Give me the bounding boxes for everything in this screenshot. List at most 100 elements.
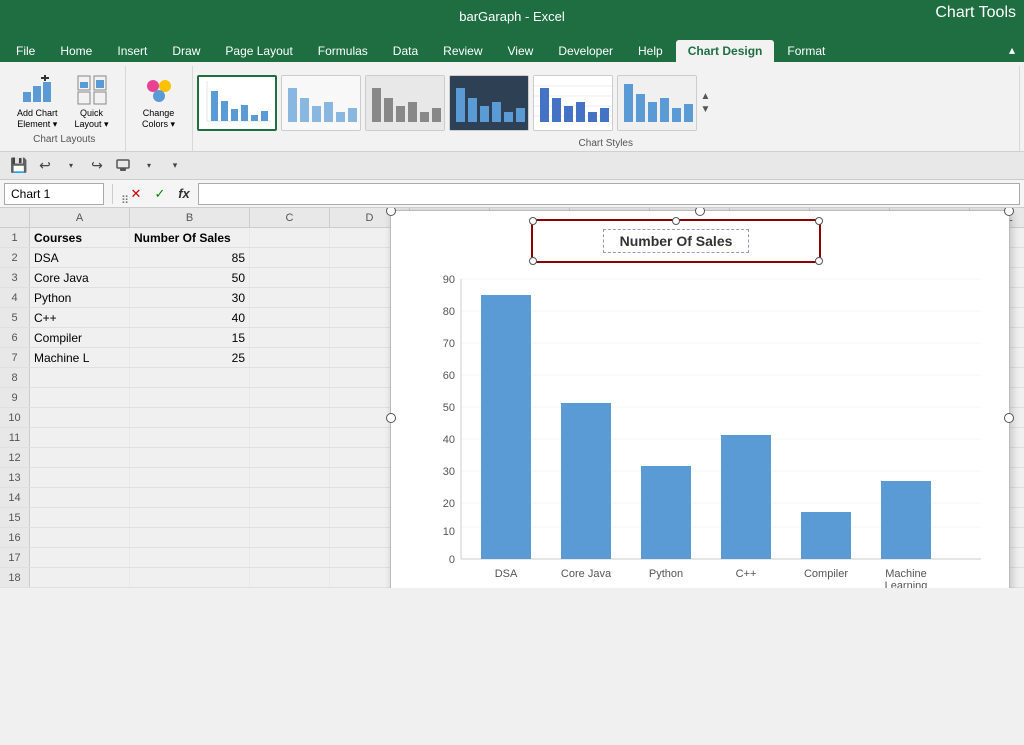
undo-button[interactable]: ↩	[34, 155, 56, 177]
cell-a5[interactable]: C++	[30, 308, 130, 327]
cell-c5[interactable]	[250, 308, 330, 327]
cancel-icon[interactable]: ✕	[126, 184, 146, 204]
cell-b5[interactable]: 40	[130, 308, 250, 327]
cell-b3[interactable]: 50	[130, 268, 250, 287]
chart-tools-label: Chart Tools	[935, 4, 1016, 22]
cell-b7[interactable]: 25	[130, 348, 250, 367]
tab-page-layout[interactable]: Page Layout	[213, 40, 304, 62]
paint-dropdown[interactable]: ▾	[138, 155, 160, 177]
col-header-c[interactable]: C	[250, 208, 330, 227]
name-box[interactable]: Chart 1	[4, 183, 104, 205]
tab-review[interactable]: Review	[431, 40, 494, 62]
handle-top-left[interactable]	[386, 208, 396, 216]
quick-access-toolbar: 💾 ↩ ▾ ↪ ▾ ▾	[0, 152, 1024, 180]
title-handle-tl[interactable]	[529, 217, 537, 225]
row-num-9: 9	[0, 388, 30, 407]
svg-text:70: 70	[443, 338, 455, 350]
cell-c7[interactable]	[250, 348, 330, 367]
chart-style-3[interactable]	[365, 75, 445, 131]
tab-help[interactable]: Help	[626, 40, 675, 62]
cell-b6[interactable]: 15	[130, 328, 250, 347]
cell-c2[interactable]	[250, 248, 330, 267]
formula-input[interactable]	[198, 183, 1020, 205]
cell-a7[interactable]: Machine L	[30, 348, 130, 367]
cell-a4[interactable]: Python	[30, 288, 130, 307]
redo-button[interactable]: ↪	[86, 155, 108, 177]
handle-top-center[interactable]	[695, 208, 705, 216]
undo-dropdown[interactable]: ▾	[60, 155, 82, 177]
tab-formulas[interactable]: Formulas	[306, 40, 380, 62]
tab-file[interactable]: File	[4, 40, 47, 62]
quick-layout-button[interactable]: QuickLayout ▾	[67, 71, 117, 133]
row-num-8: 8	[0, 368, 30, 387]
svg-text:90: 90	[443, 274, 455, 286]
cell-c1[interactable]	[250, 228, 330, 247]
chart-styles-scroll[interactable]: ▲ ▼	[701, 91, 711, 115]
svg-text:30: 30	[443, 466, 455, 478]
confirm-icon[interactable]: ✓	[150, 184, 170, 204]
chart-title-selection[interactable]: Number Of Sales	[531, 219, 821, 263]
cell-a1[interactable]: Courses	[30, 228, 130, 247]
paint-button[interactable]	[112, 155, 134, 177]
ribbon-collapse-btn[interactable]: ▴	[1000, 38, 1024, 62]
formula-more-btn[interactable]: ⠿	[121, 193, 122, 194]
svg-text:60: 60	[443, 370, 455, 382]
cell-a6[interactable]: Compiler	[30, 328, 130, 347]
col-header-a[interactable]: A	[30, 208, 130, 227]
col-header-b[interactable]: B	[130, 208, 250, 227]
bar-cpp[interactable]	[721, 435, 771, 559]
svg-text:Learning: Learning	[885, 580, 928, 588]
svg-text:Core Java: Core Java	[561, 568, 612, 580]
tab-view[interactable]: View	[496, 40, 546, 62]
cell-b2[interactable]: 85	[130, 248, 250, 267]
chart-container[interactable]: Number Of Sales 90 80 70	[390, 210, 1010, 588]
chart-style-4[interactable]	[449, 75, 529, 131]
add-chart-element-button[interactable]: Add ChartElement ▾	[12, 71, 63, 133]
handle-mid-left[interactable]	[386, 413, 396, 423]
formula-divider	[112, 184, 113, 204]
chart-style-6[interactable]	[617, 75, 697, 131]
cell-c4[interactable]	[250, 288, 330, 307]
title-handle-bl[interactable]	[529, 257, 537, 265]
cell-c3[interactable]	[250, 268, 330, 287]
bar-python[interactable]	[641, 466, 691, 559]
svg-text:DSA: DSA	[495, 568, 518, 580]
chart-style-1[interactable]	[197, 75, 277, 131]
bar-dsa[interactable]	[481, 295, 531, 559]
cell-a2[interactable]: DSA	[30, 248, 130, 267]
title-handle-tr[interactable]	[815, 217, 823, 225]
tab-home[interactable]: Home	[48, 40, 104, 62]
save-button[interactable]: 💾	[8, 155, 30, 177]
cell-b1[interactable]: Number Of Sales	[130, 228, 250, 247]
svg-text:Machine: Machine	[885, 568, 927, 580]
row-num-11: 11	[0, 428, 30, 447]
row-num-12: 12	[0, 448, 30, 467]
chart-title[interactable]: Number Of Sales	[603, 229, 750, 253]
title-handle-br[interactable]	[815, 257, 823, 265]
svg-text:40: 40	[443, 434, 455, 446]
function-icon[interactable]: fx	[174, 184, 194, 204]
chart-style-2[interactable]	[281, 75, 361, 131]
cell-c6[interactable]	[250, 328, 330, 347]
tab-data[interactable]: Data	[381, 40, 430, 62]
handle-mid-right[interactable]	[1004, 413, 1014, 423]
cell-b4[interactable]: 30	[130, 288, 250, 307]
change-colors-button[interactable]: ChangeColors ▾	[134, 71, 184, 133]
title-handle-tc[interactable]	[672, 217, 680, 225]
cell-a3[interactable]: Core Java	[30, 268, 130, 287]
tab-format[interactable]: Format	[775, 40, 837, 62]
row-num-6: 6	[0, 328, 30, 347]
chart-layouts-group-label: Chart Layouts	[33, 134, 95, 147]
chart-svg: 90 80 70 60 50 40 30 20 10 0	[411, 269, 991, 588]
tab-draw[interactable]: Draw	[160, 40, 212, 62]
tab-chart-design[interactable]: Chart Design	[676, 40, 775, 62]
more-qat[interactable]: ▾	[164, 155, 186, 177]
tab-insert[interactable]: Insert	[105, 40, 159, 62]
tab-developer[interactable]: Developer	[546, 40, 625, 62]
svg-text:C++: C++	[736, 568, 757, 580]
main-area: A B C D E F G H I J K L 1 Courses Number…	[0, 208, 1024, 588]
chart-style-5[interactable]	[533, 75, 613, 131]
bar-corejava[interactable]	[561, 403, 611, 559]
bar-compiler[interactable]	[801, 512, 851, 559]
bar-machinelearning[interactable]	[881, 481, 931, 559]
